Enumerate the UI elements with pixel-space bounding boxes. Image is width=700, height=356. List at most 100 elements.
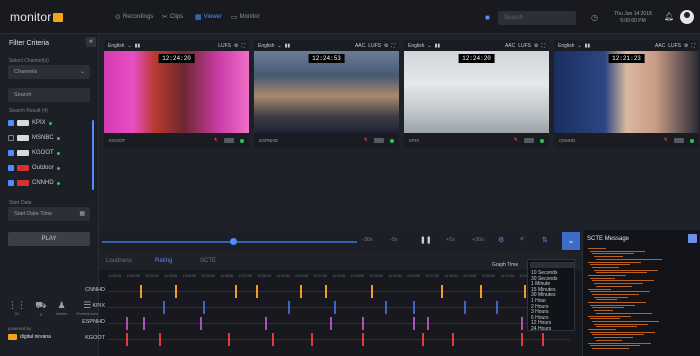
- rating-marker[interactable]: [422, 333, 425, 346]
- skip-button[interactable]: ⇅: [542, 236, 548, 244]
- mute-icon[interactable]: 🔇︎: [214, 137, 218, 144]
- channels-dropdown[interactable]: Channels ⌄: [8, 65, 90, 79]
- fullscreen-icon[interactable]: ⛶: [691, 43, 695, 49]
- rating-marker[interactable]: [385, 301, 388, 314]
- rating-marker[interactable]: [362, 333, 365, 346]
- rating-marker[interactable]: [255, 285, 258, 298]
- channel-item[interactable]: CNNHD: [8, 180, 60, 186]
- tab-scte[interactable]: SCTE: [200, 258, 216, 264]
- network-button[interactable]: ⋮⋮ Ch: [8, 300, 26, 317]
- rating-marker[interactable]: [440, 285, 443, 298]
- video-frame[interactable]: [554, 51, 699, 133]
- collapse-sidebar-button[interactable]: «: [86, 37, 96, 47]
- video-tile[interactable]: English ⌄ ▮▮ AAC LUFS ⚙ ⛶ 12:21:23 CNNHD 🔇︎: [554, 40, 699, 148]
- checkbox-icon[interactable]: [8, 150, 14, 156]
- rating-marker[interactable]: [163, 301, 166, 314]
- video-tile[interactable]: English ⌄ ▮▮ LUFS ⚙ ⛶ 12:24:20 KGOOT 🔇︎: [104, 40, 249, 148]
- rating-marker[interactable]: [371, 285, 374, 298]
- rating-marker[interactable]: [142, 317, 145, 330]
- caption-toggle-icon[interactable]: [374, 138, 384, 143]
- settings-button[interactable]: ⚙: [498, 236, 504, 244]
- graph-time-select[interactable]: [530, 262, 574, 268]
- rating-marker[interactable]: [265, 317, 268, 330]
- video-tile[interactable]: English ⌄ ▮▮ AAC LUFS ⚙ ⛶ 12:24:53 ESPNHD 🔇︎: [254, 40, 399, 148]
- tab-viewer[interactable]: ▦ Viewer: [195, 13, 222, 21]
- start-date-input[interactable]: Start Date Time ▦: [8, 207, 90, 221]
- rating-marker[interactable]: [174, 285, 177, 298]
- tab-recordings[interactable]: ⊙ Recordings: [115, 13, 153, 21]
- rating-marker[interactable]: [325, 285, 328, 298]
- video-frame[interactable]: [254, 51, 399, 133]
- checkbox-icon[interactable]: [8, 180, 14, 186]
- rating-marker[interactable]: [329, 317, 332, 330]
- avatar[interactable]: [680, 10, 694, 24]
- rating-marker[interactable]: [126, 317, 129, 330]
- rating-marker[interactable]: [288, 301, 291, 314]
- rating-marker[interactable]: [126, 333, 129, 346]
- channel-item[interactable]: Outdoor: [8, 165, 60, 171]
- channel-list-scrollbar[interactable]: [92, 120, 94, 190]
- rating-marker[interactable]: [463, 301, 466, 314]
- rating-marker[interactable]: [235, 285, 238, 298]
- caption-toggle-icon[interactable]: [224, 138, 234, 143]
- mute-icon[interactable]: 🔇︎: [364, 137, 368, 144]
- tab-monitor[interactable]: ▭ Monitor: [231, 13, 260, 21]
- forward-30-button[interactable]: +30s: [472, 237, 484, 243]
- rating-marker[interactable]: [542, 333, 545, 346]
- language-select[interactable]: English: [108, 43, 124, 49]
- graph-time-menu[interactable]: 10 Seconds 30 Seconds 1 Minute 15 Minutes 30…: [527, 259, 575, 332]
- checkbox-icon[interactable]: [8, 120, 14, 126]
- rating-marker[interactable]: [311, 333, 314, 346]
- bell-icon[interactable]: 🔔︎: [664, 12, 674, 21]
- tab-loudness[interactable]: Loudness: [106, 258, 132, 264]
- play-button[interactable]: PLAY: [8, 232, 90, 246]
- mute-icon[interactable]: 🔇︎: [664, 137, 668, 144]
- gear-icon[interactable]: ⚙: [384, 43, 388, 49]
- forward-5-button[interactable]: +5s: [446, 237, 455, 243]
- seek-handle[interactable]: [230, 238, 237, 245]
- global-search-input[interactable]: Search: [498, 11, 576, 25]
- folder-icon[interactable]: ■: [485, 13, 490, 22]
- mute-icon[interactable]: 🔇︎: [514, 137, 518, 144]
- car-button[interactable]: ⛟ Tr: [35, 300, 46, 317]
- rating-marker[interactable]: [479, 285, 482, 298]
- rating-marker[interactable]: [412, 317, 415, 330]
- gear-icon[interactable]: ⚙: [534, 43, 538, 49]
- rating-marker[interactable]: [496, 301, 499, 314]
- fullscreen-icon[interactable]: ⛶: [241, 43, 245, 49]
- channel-item[interactable]: MSNBC: [8, 135, 60, 141]
- rewind-30-button[interactable]: -30s: [362, 237, 373, 243]
- rating-marker[interactable]: [158, 333, 161, 346]
- rating-marker[interactable]: [521, 317, 524, 330]
- caption-toggle-icon[interactable]: [674, 138, 684, 143]
- scte-export-button[interactable]: [688, 234, 697, 243]
- rating-marker[interactable]: [299, 285, 302, 298]
- graph-time-option[interactable]: 24 Hours: [531, 326, 551, 332]
- channel-item[interactable]: KGOOT: [8, 150, 60, 156]
- fullscreen-icon[interactable]: ⛶: [541, 43, 545, 49]
- video-frame[interactable]: [404, 51, 549, 133]
- pause-button[interactable]: ❚❚: [420, 236, 432, 244]
- rating-marker[interactable]: [362, 317, 365, 330]
- rating-marker[interactable]: [426, 317, 429, 330]
- gear-icon[interactable]: ⚙: [234, 43, 238, 49]
- rating-marker[interactable]: [452, 333, 455, 346]
- channel-search-input[interactable]: Search: [8, 88, 90, 102]
- tab-rating[interactable]: Rating: [155, 258, 172, 264]
- caption-toggle-icon[interactable]: [524, 138, 534, 143]
- language-select[interactable]: English: [258, 43, 274, 49]
- video-frame[interactable]: [104, 51, 249, 133]
- app-logo[interactable]: monitor: [10, 10, 64, 24]
- fullscreen-icon[interactable]: ⛶: [391, 43, 395, 49]
- rating-marker[interactable]: [272, 333, 274, 346]
- checkbox-icon[interactable]: [8, 135, 14, 141]
- rating-marker[interactable]: [202, 301, 205, 314]
- checkbox-icon[interactable]: [8, 165, 14, 171]
- share-button[interactable]: <: [520, 236, 524, 243]
- rating-marker[interactable]: [521, 333, 524, 346]
- language-select[interactable]: English: [558, 43, 574, 49]
- rating-marker[interactable]: [228, 333, 231, 346]
- video-tile[interactable]: English ⌄ ▮▮ AAC LUFS ⚙ ⛶ 12:24:20 KPIX 🔇︎: [404, 40, 549, 148]
- gear-icon[interactable]: ⚙: [684, 43, 688, 49]
- channel-item[interactable]: KPIX: [8, 120, 52, 126]
